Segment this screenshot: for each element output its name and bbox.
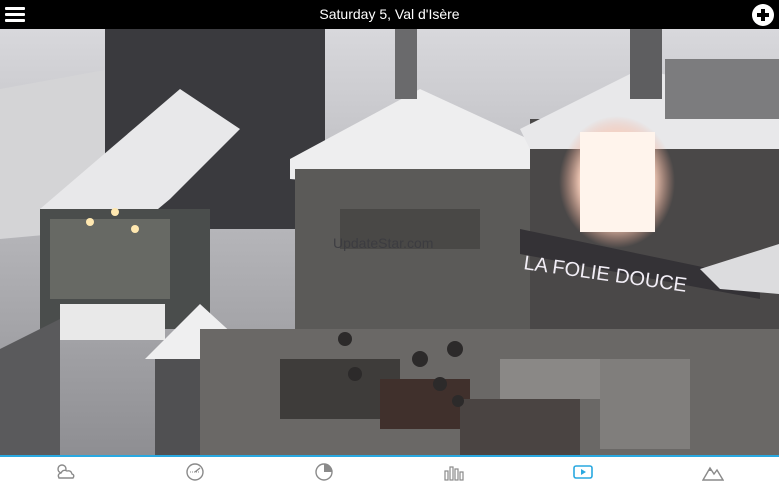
radar-icon — [315, 463, 333, 481]
bar-chart-icon — [444, 466, 464, 481]
top-bar: Saturday 5, Val d'Isère — [0, 0, 779, 29]
watermark-text: UpdateStar.com — [333, 235, 434, 251]
video-play-icon — [573, 465, 593, 479]
tab-webcam[interactable] — [565, 459, 601, 485]
weather-cloud-sun-icon — [57, 464, 75, 479]
bottom-tab-bar — [0, 455, 779, 487]
tab-charts[interactable] — [436, 459, 472, 485]
mountain-icon — [702, 466, 724, 481]
page-title: Saturday 5, Val d'Isère — [319, 6, 460, 22]
tab-radar[interactable] — [306, 459, 342, 485]
tab-snow[interactable] — [177, 459, 213, 485]
tab-mountain[interactable] — [695, 459, 731, 485]
snow-gauge-icon — [186, 463, 204, 481]
webcam-image: LA FOLIE DOUCE UpdateStar.com — [0, 29, 779, 455]
tab-forecast[interactable] — [47, 459, 83, 485]
add-location-icon[interactable] — [752, 4, 774, 26]
